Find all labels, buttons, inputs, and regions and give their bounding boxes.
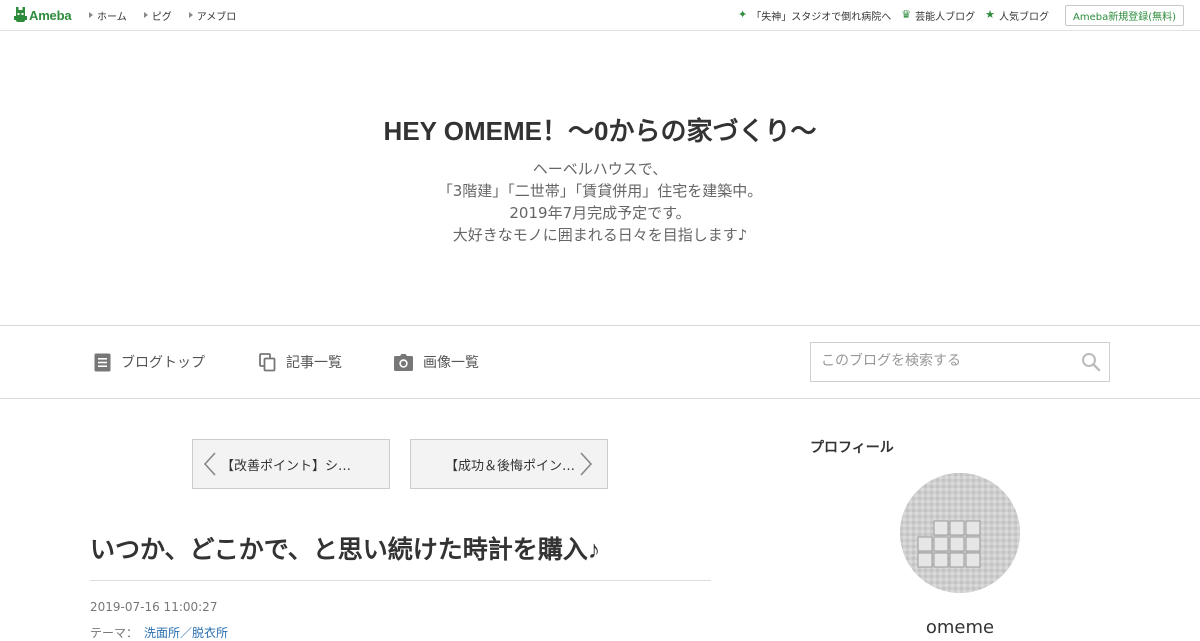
blog-description-line: 「3階建」「二世帯」「賃貸併用」住宅を建築中。 [437, 182, 763, 200]
profile-name[interactable]: omeme [810, 617, 1110, 638]
celebrity-blog-link[interactable]: ♛ 芸能人ブログ [901, 8, 975, 23]
popular-blog-link[interactable]: ★ 人気ブログ [985, 8, 1049, 23]
nav-image-list[interactable]: 画像一覧 [394, 326, 479, 398]
next-article-button[interactable]: 【成功＆後悔ポイン… [410, 439, 608, 489]
nav-article-list-label: 記事一覧 [286, 355, 342, 371]
blog-description-line: 2019年7月完成予定です。 [509, 204, 691, 222]
article-theme: テーマ： 洗面所／脱衣所 [90, 624, 228, 641]
global-nav-label: ピグ [151, 11, 172, 23]
search-icon[interactable] [1081, 352, 1101, 372]
blog-description-line: ヘーベルハウスで、 [532, 160, 668, 178]
crown-icon: ♛ [901, 8, 912, 21]
blog-description-line: 大好きなモノに囲まれる日々を目指します♪ [452, 226, 748, 244]
nav-blog-top[interactable]: ブログトップ [94, 326, 205, 398]
prev-article-button[interactable]: 【改善ポイント】シ… [192, 439, 390, 489]
prev-article-label: 【改善ポイント】シ… [221, 458, 352, 474]
profile-heading: プロフィール [810, 440, 894, 456]
ameba-mascot-icon [14, 6, 27, 22]
global-nav-home[interactable]: ホーム [89, 8, 127, 23]
global-nav-label: アメブロ [196, 11, 237, 23]
star-icon: ★ [985, 8, 995, 21]
blog-nav: ブログトップ 記事一覧 画像一覧 [0, 325, 1200, 399]
avatar-image [900, 473, 1020, 593]
trending-news-label: 「失神」スタジオで倒れ病院へ [751, 11, 892, 23]
header-right-links: ✦ 「失神」スタジオで倒れ病院へ ♛ 芸能人ブログ ★ 人気ブログ Ameba新… [738, 0, 1184, 30]
blog-description: ヘーベルハウスで、 「3階建」「二世帯」「賃貸併用」住宅を建築中。 2019年7… [0, 158, 1200, 246]
next-article-label: 【成功＆後悔ポイン… [445, 458, 576, 474]
logo-text: Ameba [29, 7, 72, 23]
caret-right-icon [188, 12, 193, 18]
nav-blog-top-label: ブログトップ [121, 355, 205, 371]
ameba-logo[interactable]: Ameba [14, 6, 72, 24]
search-input[interactable] [811, 343, 1071, 379]
chevron-right-icon [580, 452, 593, 476]
copy-icon [259, 352, 276, 371]
camera-icon [394, 353, 413, 371]
global-nav-label: ホーム [97, 11, 127, 23]
sparkle-icon: ✦ [738, 8, 748, 21]
document-icon [94, 353, 111, 371]
global-header: Ameba ホーム ピグ アメブロ ✦ 「失神」スタジオで倒れ病院へ ♛ 芸能人… [0, 0, 1200, 31]
divider [90, 580, 711, 581]
popular-blog-label: 人気ブログ [998, 11, 1049, 23]
register-button[interactable]: Ameba新規登録(無料) [1064, 4, 1184, 26]
global-nav-ameblo[interactable]: アメブロ [188, 8, 237, 23]
theme-label: テーマ： [90, 626, 139, 640]
article-date: 2019-07-16 11:00:27 [90, 600, 218, 614]
global-nav-pigg[interactable]: ピグ [143, 8, 172, 23]
profile-avatar[interactable] [900, 473, 1020, 593]
nav-image-list-label: 画像一覧 [423, 355, 479, 371]
caret-right-icon [89, 12, 93, 18]
celebrity-blog-label: 芸能人ブログ [915, 11, 976, 23]
blog-title[interactable]: HEY OMEME！〜0からの家づくり〜 [0, 111, 1200, 148]
global-nav: ホーム ピグ アメブロ [89, 0, 253, 30]
theme-link[interactable]: 洗面所／脱衣所 [144, 626, 228, 640]
blog-search [810, 342, 1110, 382]
article-title[interactable]: いつか、どこかで、と思い続けた時計を購入♪ [90, 530, 710, 566]
trending-news-link[interactable]: ✦ 「失神」スタジオで倒れ病院へ [738, 8, 891, 23]
nav-article-list[interactable]: 記事一覧 [259, 326, 342, 398]
chevron-left-icon [203, 452, 216, 476]
caret-right-icon [143, 12, 148, 18]
